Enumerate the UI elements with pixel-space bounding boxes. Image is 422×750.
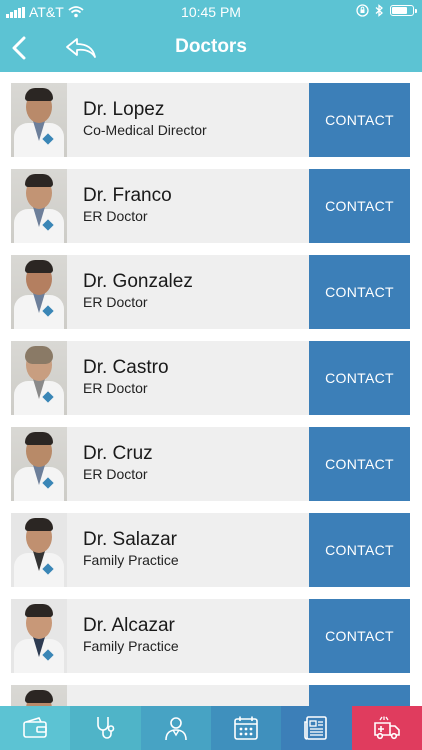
newspaper-icon bbox=[304, 716, 328, 740]
doctor-info: Dr. Lopez Co-Medical Director bbox=[83, 99, 207, 139]
tab-wallet[interactable] bbox=[0, 706, 71, 750]
doctor-icon bbox=[165, 717, 187, 741]
doctor-row: Dr. Castro ER Doctor CONTACT bbox=[11, 341, 410, 415]
doctor-row: Dr. Gonzalez ER Doctor CONTACT bbox=[11, 255, 410, 329]
doctor-photo bbox=[11, 599, 67, 673]
doctor-name: Dr. Castro bbox=[83, 357, 169, 378]
bluetooth-icon bbox=[375, 4, 383, 17]
doctor-role: ER Doctor bbox=[83, 466, 148, 482]
doctor-photo bbox=[11, 341, 67, 415]
doctor-info: Dr. Cruz ER Doctor bbox=[83, 443, 153, 483]
doctor-row: Dr. Lopez Co-Medical Director CONTACT bbox=[11, 83, 410, 157]
status-bar: AT&T 10:45 PM bbox=[0, 0, 422, 24]
contact-button[interactable]: CONTACT bbox=[309, 169, 410, 243]
doctor-name: Dr. Salazar bbox=[83, 529, 177, 550]
doctor-info: Dr. Gonzalez ER Doctor bbox=[83, 271, 193, 311]
doctor-name: Dr. Alcazar bbox=[83, 615, 175, 636]
doctor-photo bbox=[11, 427, 67, 501]
navigation-bar: Doctors bbox=[0, 24, 422, 72]
doctor-name: Dr. Franco bbox=[83, 185, 172, 206]
doctor-name: Dr. Gonzalez bbox=[83, 271, 193, 292]
doctor-photo bbox=[11, 255, 67, 329]
contact-button[interactable]: CONTACT bbox=[309, 255, 410, 329]
doctor-role: ER Doctor bbox=[83, 294, 148, 310]
contact-button[interactable]: CONTACT bbox=[309, 599, 410, 673]
battery-icon bbox=[390, 5, 417, 16]
doctor-info: Dr. Castro ER Doctor bbox=[83, 357, 169, 397]
wallet-card-icon bbox=[23, 717, 47, 738]
tab-stethoscope[interactable] bbox=[70, 706, 141, 750]
ambulance-icon bbox=[373, 716, 400, 740]
orientation-lock-icon bbox=[356, 4, 369, 17]
doctor-info: Dr. Franco ER Doctor bbox=[83, 185, 172, 225]
doctor-name: Dr. Cruz bbox=[83, 443, 153, 464]
tab-news[interactable] bbox=[281, 706, 352, 750]
doctor-role: ER Doctor bbox=[83, 208, 148, 224]
doctor-role: Co-Medical Director bbox=[83, 122, 207, 138]
contact-button[interactable]: CONTACT bbox=[309, 427, 410, 501]
doctor-info: Dr. Salazar Family Practice bbox=[83, 529, 179, 569]
contact-button[interactable] bbox=[309, 685, 410, 706]
doctor-info: Dr. Alcazar Family Practice bbox=[83, 615, 179, 655]
contact-button[interactable]: CONTACT bbox=[309, 341, 410, 415]
doctor-photo bbox=[11, 83, 67, 157]
tab-calendar[interactable] bbox=[210, 706, 282, 750]
doctor-photo bbox=[11, 513, 67, 587]
doctor-row: Dr. Alcazar Family Practice CONTACT bbox=[11, 599, 410, 673]
calendar-icon bbox=[234, 716, 258, 740]
doctor-row: Dr. Cruz ER Doctor CONTACT bbox=[11, 427, 410, 501]
doctor-name: Dr. Lopez bbox=[83, 99, 165, 120]
page-title: Doctors bbox=[175, 36, 247, 57]
tab-doctors[interactable] bbox=[140, 706, 211, 750]
contact-button[interactable]: CONTACT bbox=[309, 513, 410, 587]
tab-emergency[interactable] bbox=[351, 706, 422, 750]
contact-button[interactable]: CONTACT bbox=[309, 83, 410, 157]
doctor-role: Family Practice bbox=[83, 638, 179, 654]
doctor-row bbox=[11, 685, 410, 706]
doctors-list[interactable]: Dr. Lopez Co-Medical Director CONTACT Dr… bbox=[0, 72, 422, 706]
doctor-row: Dr. Franco ER Doctor CONTACT bbox=[11, 169, 410, 243]
battery-level bbox=[392, 7, 408, 14]
tab-bar bbox=[0, 706, 422, 750]
doctor-role: Family Practice bbox=[83, 552, 179, 568]
stethoscope-icon bbox=[97, 717, 115, 739]
doctor-role: ER Doctor bbox=[83, 380, 148, 396]
doctor-photo bbox=[11, 169, 67, 243]
status-right bbox=[356, 4, 417, 17]
doctor-photo bbox=[11, 685, 67, 706]
doctor-row: Dr. Salazar Family Practice CONTACT bbox=[11, 513, 410, 587]
